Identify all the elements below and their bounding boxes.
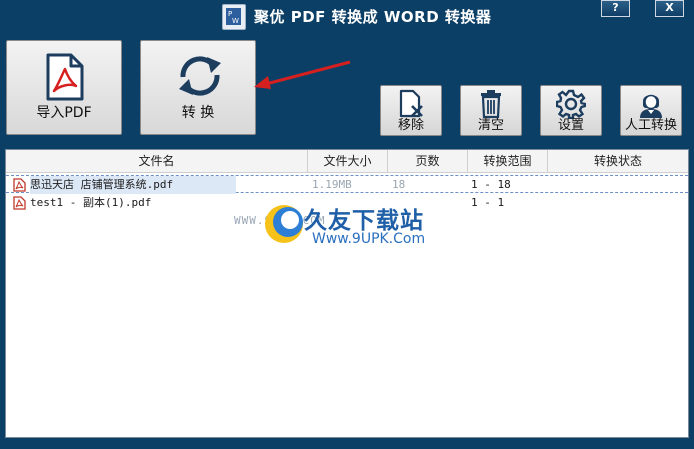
table-row[interactable]: 思迅天店 店铺管理系统.pdf 1.19MB 18 1 - 18 — [6, 175, 688, 194]
svg-text:W: W — [232, 17, 239, 25]
pdf-file-icon — [13, 178, 26, 192]
pdf-file-icon — [13, 196, 26, 210]
app-logo-icon: P W — [222, 4, 246, 30]
row-status — [552, 194, 682, 212]
remove-label: 移除 — [397, 118, 424, 133]
watermark: WWW.9UPK.COM 久友下载站 Www.9UPK.Com — [232, 198, 472, 268]
settings-label: 设置 — [557, 118, 584, 133]
file-list-table[interactable]: 文件名 文件大小 页数 转换范围 转换状态 思迅天店 店铺管理系统.pdf 1.… — [5, 149, 689, 438]
remove-button[interactable]: 移除 — [380, 85, 442, 136]
row-pages: 18 — [392, 178, 406, 191]
column-range[interactable]: 转换范围 — [468, 150, 548, 172]
window-title: 聚优 PDF 转换成 WORD 转换器 — [254, 8, 492, 26]
column-status[interactable]: 转换状态 — [548, 150, 688, 172]
watermark-url: Www.9UPK.Com — [312, 231, 426, 247]
watermark-brand: 久友下载站 — [304, 208, 424, 234]
manual-convert-button[interactable]: 人工转换 — [620, 85, 682, 136]
settings-button[interactable]: 设置 — [540, 85, 602, 136]
import-pdf-button[interactable]: 导入PDF — [6, 40, 122, 135]
red-arrow-annotation — [254, 60, 351, 89]
clear-button[interactable]: 清空 — [460, 85, 522, 136]
help-button[interactable]: ? — [601, 0, 630, 17]
column-filesize[interactable]: 文件大小 — [308, 150, 388, 172]
convert-button[interactable]: 转 换 — [140, 40, 256, 135]
row-range: 1 - 1 — [471, 196, 505, 209]
row-filename: 思迅天店 店铺管理系统.pdf — [30, 176, 236, 194]
table-header: 文件名 文件大小 页数 转换范围 转换状态 — [6, 150, 688, 173]
watermark-logo-icon — [265, 205, 303, 243]
close-button[interactable]: X — [655, 0, 684, 17]
row-filesize: 1.19MB — [312, 178, 352, 191]
import-pdf-label: 导入PDF — [36, 105, 92, 121]
row-range: 1 - 18 — [471, 178, 511, 191]
convert-label: 转 换 — [181, 105, 215, 121]
row-filename: test1 - 副本(1).pdf — [30, 196, 152, 209]
row-status — [552, 176, 682, 194]
refresh-icon — [179, 56, 221, 96]
pdf-file-icon — [46, 53, 84, 101]
title-bar: P W 聚优 PDF 转换成 WORD 转换器 ? X — [0, 0, 694, 34]
clear-label: 清空 — [477, 118, 504, 133]
column-pages[interactable]: 页数 — [388, 150, 468, 172]
column-filename[interactable]: 文件名 — [6, 150, 308, 172]
manual-convert-label: 人工转换 — [624, 118, 677, 133]
